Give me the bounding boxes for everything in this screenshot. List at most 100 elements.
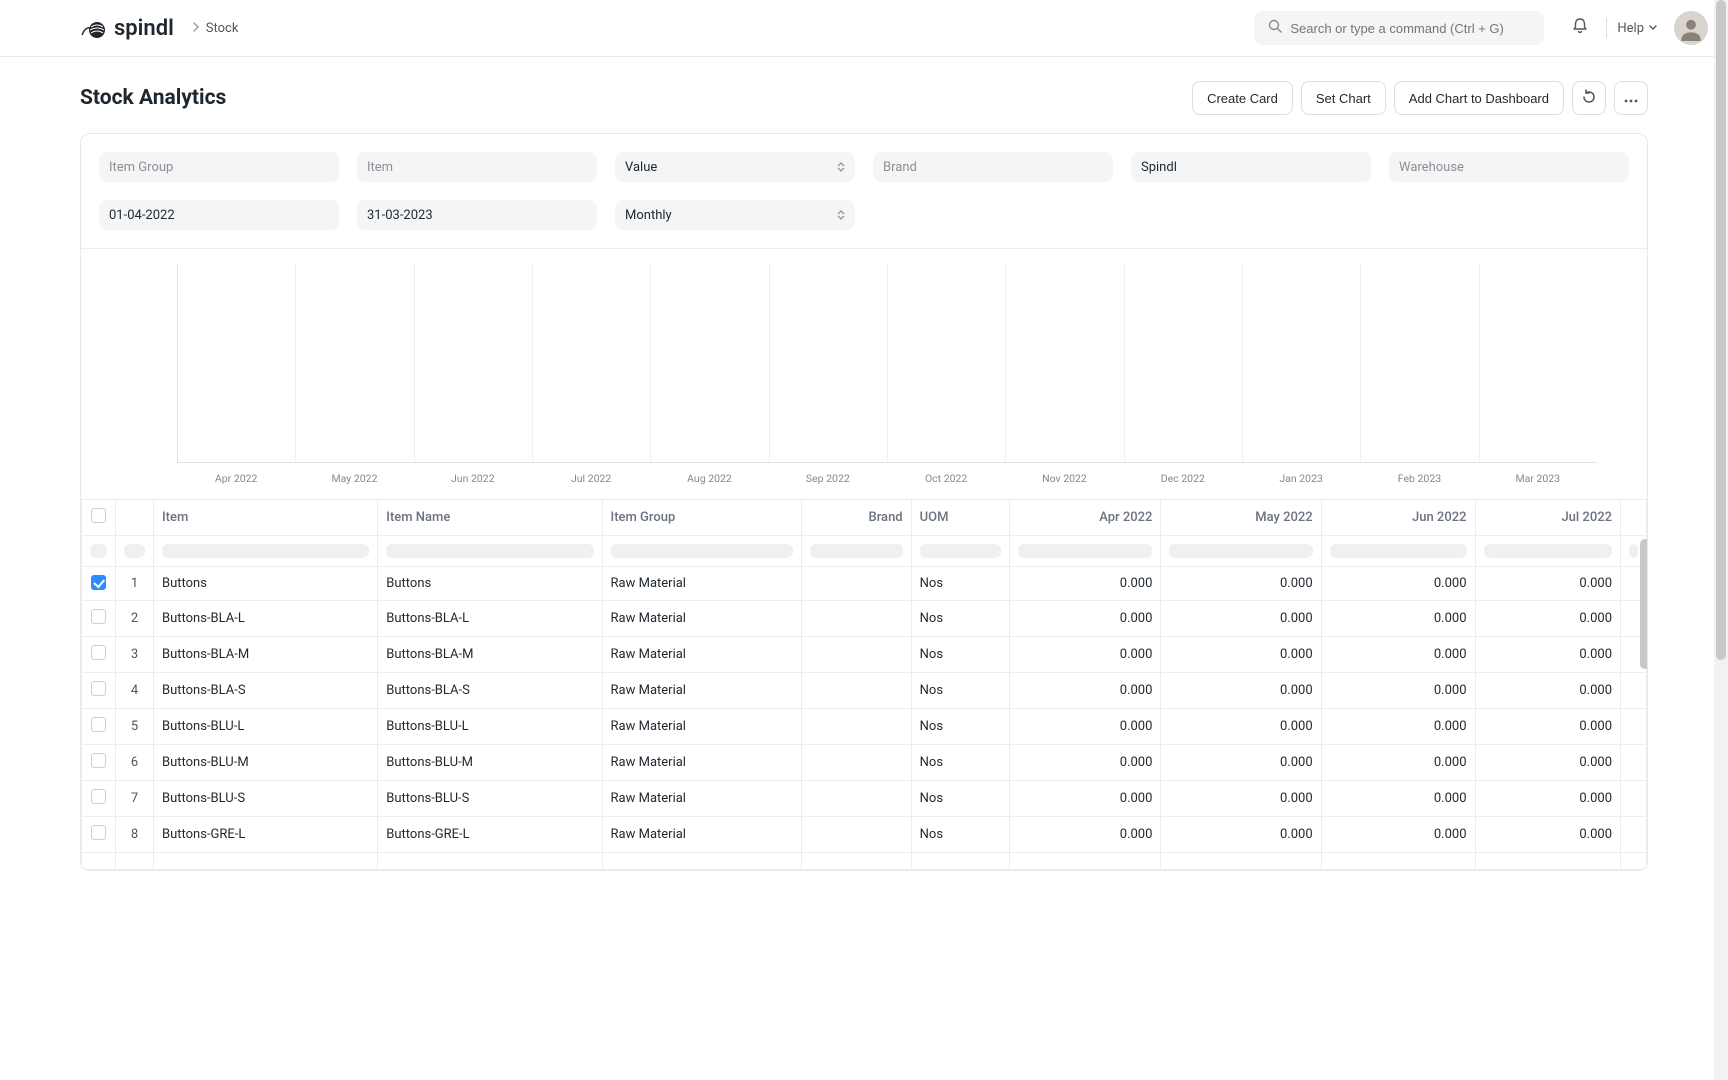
table-row[interactable]: 1ButtonsButtonsRaw MaterialNos0.0000.000… (82, 567, 1647, 601)
search-input[interactable] (1290, 21, 1530, 36)
row-index: 7 (116, 780, 154, 816)
item-filter[interactable]: Item (357, 152, 597, 182)
table-row[interactable]: 3Buttons-BLA-MButtons-BLA-MRaw MaterialN… (82, 636, 1647, 672)
cell-may: 0.000 (1161, 744, 1321, 780)
cell-brand (801, 780, 911, 816)
warehouse-filter[interactable]: Warehouse (1389, 152, 1629, 182)
cell-uom: Nos (911, 744, 1010, 780)
table-header-cell[interactable]: May 2022 (1161, 500, 1321, 536)
row-checkbox[interactable] (91, 717, 106, 732)
filter-value: 31-03-2023 (367, 208, 433, 223)
chart-gridlines (177, 263, 1597, 463)
chevron-right-icon (192, 21, 200, 36)
cell-item-group: Raw Material (602, 744, 801, 780)
help-menu[interactable]: Help (1617, 21, 1658, 36)
chart-x-tick: Jun 2022 (414, 472, 532, 485)
from-date-field[interactable]: 01-04-2022 (99, 200, 339, 230)
table-body: 1ButtonsButtonsRaw MaterialNos0.0000.000… (82, 536, 1647, 870)
cell-item: Buttons-BLU-M (154, 744, 378, 780)
table-header-cell[interactable] (82, 500, 116, 536)
to-date-field[interactable]: 31-03-2023 (357, 200, 597, 230)
table-row[interactable]: 8Buttons-GRE-LButtons-GRE-LRaw MaterialN… (82, 816, 1647, 852)
report-card: Item Group Item Value Brand Spindl Wareh… (80, 133, 1648, 871)
row-checkbox[interactable] (91, 681, 106, 696)
table-row[interactable]: 5Buttons-BLU-LButtons-BLU-LRaw MaterialN… (82, 708, 1647, 744)
breadcrumb-current[interactable]: Stock (206, 21, 239, 36)
notifications-button[interactable] (1564, 12, 1596, 44)
filter-value: Monthly (625, 208, 672, 223)
ellipsis-icon (1624, 91, 1638, 106)
cell-item: Buttons-BLA-L (154, 600, 378, 636)
chart-x-tick: Jan 2023 (1242, 472, 1360, 485)
table-header-cell[interactable] (116, 500, 154, 536)
cell-item-name: Buttons-BLU-S (378, 780, 602, 816)
table-row[interactable]: 7Buttons-BLU-SButtons-BLU-SRaw MaterialN… (82, 780, 1647, 816)
cell-jul: 0.000 (1475, 708, 1621, 744)
row-checkbox[interactable] (91, 645, 106, 660)
table-header-cell[interactable]: Brand (801, 500, 911, 536)
table-skeleton-row (82, 536, 1647, 567)
cell-may: 0.000 (1161, 636, 1321, 672)
table-header-cell[interactable]: Jul 2022 (1475, 500, 1621, 536)
cell-item-group: Raw Material (602, 780, 801, 816)
avatar[interactable] (1674, 11, 1708, 45)
chart-x-tick: Apr 2022 (177, 472, 295, 485)
table-row[interactable] (82, 852, 1647, 869)
table-header-cell[interactable]: Item (154, 500, 378, 536)
cell-may: 0.000 (1161, 816, 1321, 852)
row-checkbox[interactable] (91, 575, 106, 590)
cell-item-group: Raw Material (602, 600, 801, 636)
company-filter[interactable]: Spindl (1131, 152, 1371, 182)
table-header-cell[interactable]: Apr 2022 (1010, 500, 1161, 536)
range-select[interactable]: Monthly (615, 200, 855, 230)
cell-apr: 0.000 (1010, 816, 1161, 852)
row-checkbox[interactable] (91, 753, 106, 768)
table-scrollbar[interactable] (1640, 539, 1648, 669)
row-checkbox[interactable] (91, 825, 106, 840)
cell-item-name: Buttons-BLU-M (378, 744, 602, 780)
page-scrollbar[interactable] (1714, 0, 1728, 1080)
cell-item-name: Buttons (378, 567, 602, 601)
set-chart-button[interactable]: Set Chart (1301, 81, 1386, 115)
cell-may: 0.000 (1161, 600, 1321, 636)
select-all-checkbox[interactable] (91, 508, 106, 523)
cell-item-group: Raw Material (602, 816, 801, 852)
row-index: 8 (116, 816, 154, 852)
table-overflow-cell (1621, 708, 1647, 744)
yarn-icon (80, 17, 108, 39)
table-header-cell[interactable]: UOM (911, 500, 1010, 536)
table-header-cell[interactable]: Item Group (602, 500, 801, 536)
table-row[interactable]: 6Buttons-BLU-MButtons-BLU-MRaw MaterialN… (82, 744, 1647, 780)
row-checkbox[interactable] (91, 789, 106, 804)
value-based-on-select[interactable]: Value (615, 152, 855, 182)
cell-jun: 0.000 (1321, 816, 1475, 852)
cell-jul: 0.000 (1475, 780, 1621, 816)
scroll-thumb[interactable] (1716, 0, 1726, 660)
help-label: Help (1617, 21, 1644, 36)
navbar: spindl Stock Help (0, 0, 1728, 57)
refresh-button[interactable] (1572, 81, 1606, 115)
cell-jun: 0.000 (1321, 636, 1475, 672)
chart-x-tick: May 2022 (295, 472, 413, 485)
row-checkbox[interactable] (91, 609, 106, 624)
table-row[interactable]: 4Buttons-BLA-SButtons-BLA-SRaw MaterialN… (82, 672, 1647, 708)
global-search[interactable] (1254, 11, 1544, 45)
create-card-button[interactable]: Create Card (1192, 81, 1293, 115)
table-row[interactable]: 2Buttons-BLA-LButtons-BLA-LRaw MaterialN… (82, 600, 1647, 636)
cell-brand (801, 636, 911, 672)
data-table-wrap: ItemItem NameItem GroupBrandUOMApr 2022M… (81, 499, 1647, 870)
table-header-cell[interactable]: Jun 2022 (1321, 500, 1475, 536)
item-group-filter[interactable]: Item Group (99, 152, 339, 182)
brand-logo[interactable]: spindl (80, 16, 174, 41)
more-menu-button[interactable] (1614, 81, 1648, 115)
cell-item: Buttons-BLU-S (154, 780, 378, 816)
table-header-cell[interactable]: Item Name (378, 500, 602, 536)
cell-may: 0.000 (1161, 672, 1321, 708)
chart-x-tick: Sep 2022 (769, 472, 887, 485)
brand-filter[interactable]: Brand (873, 152, 1113, 182)
chevron-down-icon (1648, 21, 1658, 36)
cell-jun: 0.000 (1321, 567, 1475, 601)
add-chart-to-dashboard-button[interactable]: Add Chart to Dashboard (1394, 81, 1564, 115)
brand-name: spindl (114, 16, 174, 41)
cell-jul: 0.000 (1475, 744, 1621, 780)
